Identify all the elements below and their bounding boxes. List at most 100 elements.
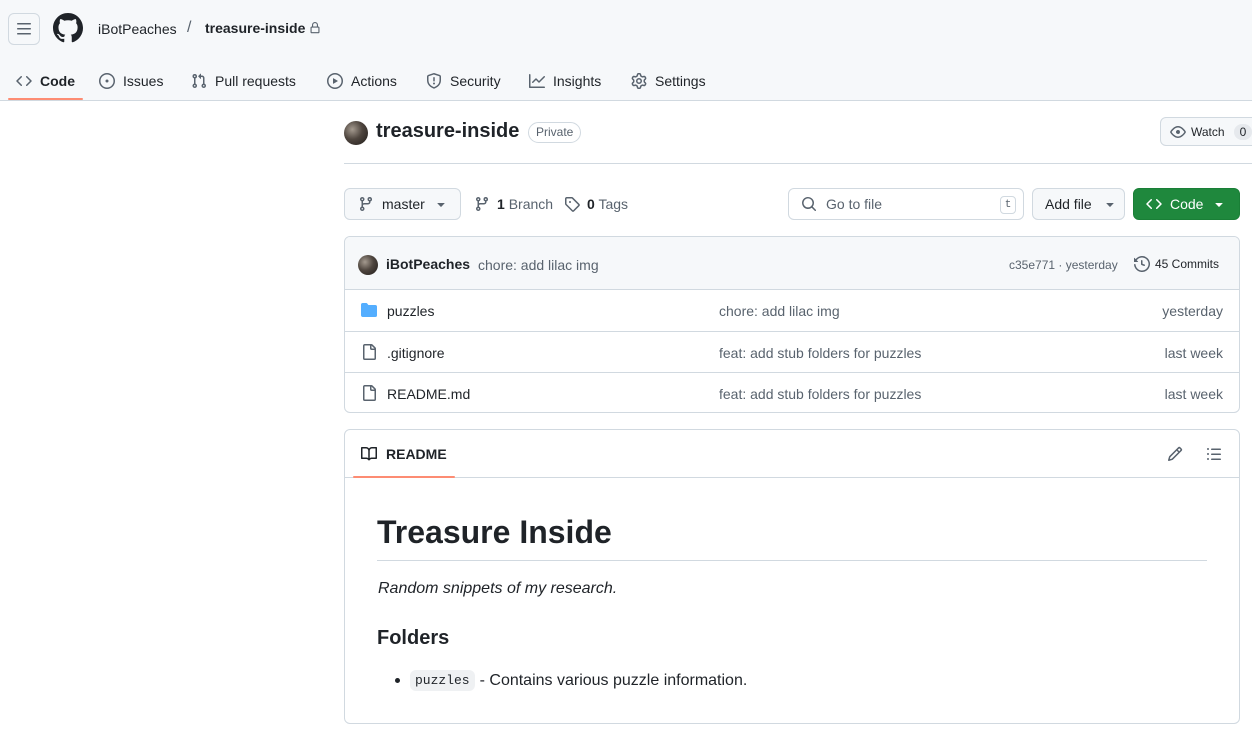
- file-commit-time: yesterday: [1162, 303, 1223, 319]
- tab-insights[interactable]: Insights: [529, 60, 601, 101]
- list-item: puzzles - Contains various puzzle inform…: [395, 670, 747, 691]
- readme-tagline: Random snippets of my research.: [378, 580, 618, 597]
- tab-code-label: Code: [40, 72, 75, 89]
- watch-button[interactable]: Watch 0: [1160, 117, 1252, 146]
- tab-security-label: Security: [450, 72, 501, 89]
- commits-history-link[interactable]: 45 Commits: [1134, 256, 1219, 272]
- file-name[interactable]: .gitignore: [387, 345, 445, 361]
- pencil-icon[interactable]: [1167, 446, 1183, 462]
- branch-count: 1: [497, 196, 505, 212]
- folder-icon: [361, 303, 377, 317]
- play-icon: [327, 72, 343, 89]
- tag-count: 0: [587, 196, 595, 212]
- add-file-label: Add file: [1045, 196, 1092, 212]
- git-branch-icon: [359, 197, 372, 212]
- commit-sha-time[interactable]: c35e771 · yesterday: [1009, 258, 1118, 272]
- breadcrumb-owner-link[interactable]: iBotPeaches: [98, 21, 177, 37]
- graph-icon: [529, 73, 545, 88]
- file-commit-message[interactable]: feat: add stub folders for puzzles: [719, 386, 921, 402]
- branch-count-label: Branch: [508, 196, 554, 212]
- code-icon: [16, 75, 32, 86]
- hamburger-icon: [17, 23, 31, 35]
- triangle-down-icon: [437, 203, 445, 207]
- active-tab-underline: [8, 98, 83, 100]
- shield-icon: [427, 72, 441, 89]
- file-row[interactable]: .gitignore feat: add stub folders for pu…: [345, 331, 1239, 372]
- tab-issues[interactable]: Issues: [99, 60, 163, 101]
- branch-selector-button[interactable]: master: [344, 188, 461, 220]
- tab-security[interactable]: Security: [426, 60, 501, 101]
- readme-tab[interactable]: README: [361, 446, 447, 462]
- tag-icon: [565, 197, 580, 212]
- owner-avatar[interactable]: [344, 121, 368, 145]
- triangle-down-icon: [1106, 203, 1114, 207]
- tab-issues-label: Issues: [123, 72, 164, 89]
- tab-insights-label: Insights: [553, 72, 602, 89]
- watch-count: 0: [1233, 123, 1252, 140]
- breadcrumb-separator: /: [187, 19, 192, 36]
- go-to-file-placeholder: Go to file: [826, 196, 883, 212]
- branches-link[interactable]: 1 Branch: [474, 196, 553, 212]
- commit-message[interactable]: chore: add lilac img: [478, 257, 599, 273]
- git-branch-icon: [475, 197, 488, 212]
- github-logo-icon[interactable]: [53, 13, 83, 43]
- title-divider: [344, 163, 1252, 164]
- tab-settings-label: Settings: [655, 72, 706, 89]
- tab-pull-requests-label: Pull requests: [215, 72, 296, 89]
- file-commit-time: last week: [1164, 386, 1223, 402]
- shortcut-key: t: [1000, 196, 1016, 214]
- file-row[interactable]: README.md feat: add stub folders for puz…: [345, 372, 1239, 412]
- file-icon: [363, 344, 376, 360]
- code-dropdown-button[interactable]: Code: [1133, 188, 1240, 220]
- tab-code[interactable]: Code: [16, 60, 75, 101]
- readme-heading: Treasure Inside: [377, 514, 1207, 561]
- readme-subheading: Folders: [377, 627, 450, 649]
- branch-name: master: [382, 196, 425, 212]
- tab-actions-label: Actions: [351, 72, 397, 89]
- search-icon: [802, 197, 817, 212]
- tags-link[interactable]: 0 Tags: [564, 196, 628, 212]
- readme-panel: README Treasure Inside Random snippets o…: [344, 429, 1240, 724]
- commit-author[interactable]: iBotPeaches: [386, 256, 470, 272]
- add-file-button[interactable]: Add file: [1032, 188, 1125, 220]
- commit-author-avatar[interactable]: [358, 255, 378, 275]
- readme-tab-underline: [353, 476, 455, 478]
- book-icon: [361, 446, 377, 461]
- watch-label: Watch: [1191, 124, 1225, 139]
- file-commit-time: last week: [1164, 345, 1223, 361]
- file-name[interactable]: puzzles: [387, 303, 434, 319]
- eye-icon: [1170, 125, 1186, 138]
- lock-icon: [310, 22, 320, 34]
- file-name[interactable]: README.md: [387, 386, 470, 402]
- breadcrumb-repo-link[interactable]: treasure-inside: [205, 20, 305, 36]
- latest-commit-bar: iBotPeaches chore: add lilac img c35e771…: [345, 237, 1239, 290]
- list-item-text: - Contains various puzzle information.: [479, 671, 748, 689]
- code-icon: [1146, 198, 1162, 210]
- commits-count: 45 Commits: [1155, 257, 1220, 271]
- list-unordered-icon[interactable]: [1206, 446, 1222, 462]
- file-icon: [363, 385, 376, 401]
- hamburger-menu-button[interactable]: [8, 13, 40, 45]
- history-icon: [1134, 256, 1150, 272]
- repo-nav: Code Issues Pull requests Actions Securi…: [0, 60, 800, 101]
- pull-request-icon: [192, 73, 207, 88]
- file-commit-message[interactable]: feat: add stub folders for puzzles: [719, 345, 921, 361]
- file-browser: iBotPeaches chore: add lilac img c35e771…: [344, 236, 1240, 413]
- readme-tab-label: README: [386, 446, 447, 462]
- visibility-badge: Private: [528, 122, 582, 143]
- gear-icon: [631, 72, 647, 89]
- file-row[interactable]: puzzles chore: add lilac img yesterday: [345, 290, 1239, 331]
- code-button-label: Code: [1170, 196, 1204, 212]
- go-to-file-input[interactable]: Go to file t: [788, 188, 1024, 220]
- inline-code: puzzles: [410, 670, 475, 691]
- app-header: iBotPeaches / treasure-inside Code Issue…: [0, 0, 1252, 101]
- readme-header: README: [345, 430, 1239, 478]
- tab-settings[interactable]: Settings: [631, 60, 706, 101]
- repo-title: treasure-inside: [376, 120, 520, 142]
- bullet: [395, 678, 400, 683]
- file-commit-message[interactable]: chore: add lilac img: [719, 303, 840, 319]
- tab-actions[interactable]: Actions: [327, 60, 397, 101]
- tab-pull-requests[interactable]: Pull requests: [191, 60, 296, 101]
- tag-count-label: Tags: [598, 196, 629, 212]
- triangle-down-icon: [1215, 203, 1224, 207]
